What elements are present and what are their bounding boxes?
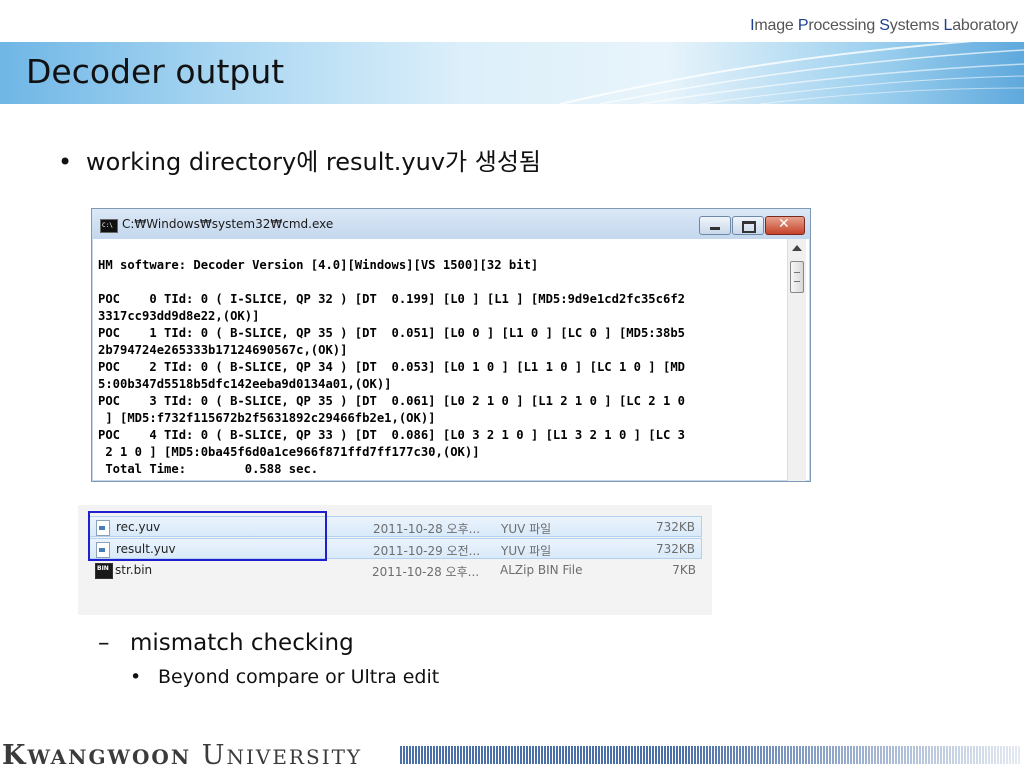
file-type: YUV 파일	[501, 522, 552, 536]
univ-k: K	[2, 740, 28, 771]
dash-icon: –	[98, 630, 110, 656]
file-size: 732KB	[655, 542, 695, 556]
cmd-output-line: POC 1 TId: 0 ( B-SLICE, QP 35 ) [DT 0.05…	[98, 326, 685, 340]
cmd-app-icon-label: C:\	[102, 222, 113, 229]
cmd-app-icon: C:\	[100, 219, 118, 233]
bin-icon-label: BIN	[97, 565, 109, 572]
bullet-text: working directory에 result.yuv가 생성됨	[86, 148, 541, 176]
cmd-output-line: 2 1 0 ] [MD5:0ba45f6d0a1ce966f871ffd7ff1…	[98, 445, 480, 459]
bullet-item: • working directory에 result.yuv가 생성됨	[58, 142, 541, 177]
file-type: ALZip BIN File	[500, 563, 583, 577]
lab-name-cap-2: P	[797, 17, 809, 34]
minimize-button[interactable]	[699, 216, 731, 235]
sub-bullet-text: Beyond compare or Ultra edit	[158, 666, 440, 688]
univ-u: U	[201, 740, 227, 771]
cmd-output-line: POC 2 TId: 0 ( B-SLICE, QP 34 ) [DT 0.05…	[98, 360, 685, 374]
lab-name-rest-4: aboratory	[952, 17, 1018, 34]
bin-file-icon: BIN	[95, 563, 113, 579]
sub-bullet-dot-icon: •	[130, 666, 142, 688]
highlight-box	[88, 511, 327, 561]
dash-item: – mismatch checking	[98, 630, 354, 656]
title-banner: Decoder output	[0, 42, 1024, 104]
lab-name: Image Processing Systems Laboratory	[750, 17, 1018, 35]
univ-wangwoon: WANGWOON	[27, 745, 192, 769]
maximize-button[interactable]	[732, 216, 764, 235]
file-type: YUV 파일	[501, 544, 552, 558]
cmd-output-line: POC 0 TId: 0 ( I-SLICE, QP 32 ) [DT 0.19…	[98, 292, 685, 306]
cmd-output: HM software: Decoder Version [4.0][Windo…	[98, 257, 788, 478]
file-row[interactable]: BIN str.bin 2011-10-28 오후... ALZip BIN File…	[88, 560, 702, 581]
file-date: 2011-10-29 오전...	[373, 544, 481, 558]
lab-name-rest-2: rocessing	[808, 17, 880, 34]
university-logo-text: KWANGWOON UNIVERSITY	[2, 740, 362, 771]
cmd-output-line: POC 4 TId: 0 ( B-SLICE, QP 33 ) [DT 0.08…	[98, 428, 685, 442]
cmd-window[interactable]: C:\ C:₩Windows₩system32₩cmd.exe ✕ HM sof…	[91, 208, 811, 482]
scrollbar-thumb[interactable]	[790, 261, 804, 293]
slide-title: Decoder output	[26, 52, 285, 91]
cmd-output-line: POC 3 TId: 0 ( B-SLICE, QP 35 ) [DT 0.06…	[98, 394, 685, 408]
footer-stripe-decoration	[400, 746, 1020, 764]
cmd-output-line: HM software: Decoder Version [4.0][Windo…	[98, 258, 539, 272]
lab-name-rest-3: ystems	[889, 17, 944, 34]
file-size: 732KB	[655, 520, 695, 534]
file-name: str.bin	[115, 563, 153, 577]
cmd-output-line: ] [MD5:f732f115672b2f5631892c29466fb2e1,…	[98, 411, 436, 425]
file-size: 7KB	[672, 563, 696, 577]
close-button[interactable]: ✕	[765, 216, 805, 235]
cmd-output-line: 3317cc93dd9d8e22,(OK)]	[98, 309, 260, 323]
file-date: 2011-10-28 오후...	[373, 522, 481, 536]
cmd-output-line: 2b794724e265333b17124690567c,(OK)]	[98, 343, 348, 357]
file-date: 2011-10-28 오후...	[372, 565, 480, 579]
sub-bullet-item: • Beyond compare or Ultra edit	[130, 666, 439, 688]
lab-name-cap-4: L	[943, 17, 953, 34]
scroll-up-arrow-icon[interactable]	[792, 245, 802, 251]
cmd-output-line	[98, 274, 788, 291]
close-icon: ✕	[778, 216, 790, 232]
univ-niversity: NIVERSITY	[226, 745, 363, 769]
cmd-output-line: Total Time: 0.588 sec.	[98, 462, 319, 476]
dash-text: mismatch checking	[130, 630, 354, 656]
cmd-window-title: C:₩Windows₩system32₩cmd.exe	[122, 217, 334, 231]
cmd-output-line: 5:00b347d5518b5dfc142eeba9d0134a01,(OK)]	[98, 377, 392, 391]
bullet-dot-icon: •	[58, 148, 73, 176]
lab-name-cap-3: S	[879, 17, 890, 34]
lab-name-rest-1: mage	[754, 17, 798, 34]
cmd-title-bar[interactable]: C:\ C:₩Windows₩system32₩cmd.exe ✕	[92, 209, 810, 239]
vertical-scrollbar[interactable]	[787, 239, 806, 481]
